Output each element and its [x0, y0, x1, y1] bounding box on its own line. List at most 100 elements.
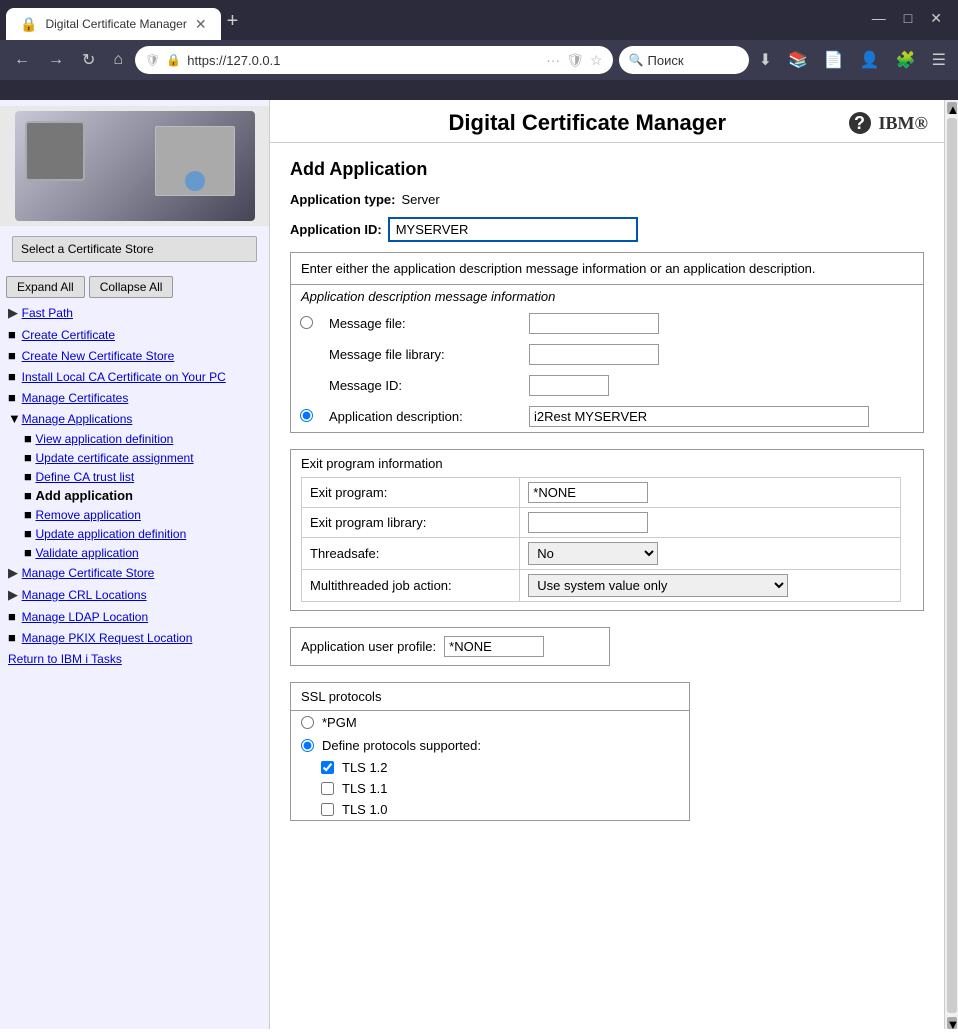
exit-program-row: Exit program: — [302, 478, 901, 508]
download-icon[interactable]: ⬇ — [755, 46, 776, 74]
sidebar-item-create-new-cert-store[interactable]: ■ Create New Certificate Store — [0, 345, 269, 366]
sidebar-subitem-define-ca-trust[interactable]: ■ Define CA trust list — [0, 467, 269, 486]
more-options-icon[interactable]: ··· — [546, 52, 560, 68]
sidebar-subitem-view-app-def[interactable]: ■ View application definition — [0, 429, 269, 448]
ssl-tls10-checkbox[interactable] — [321, 803, 334, 816]
sidebar-item-manage-certificates[interactable]: ■ Manage Certificates — [0, 387, 269, 408]
ssl-section-title: SSL protocols — [291, 683, 689, 711]
app-desc-input[interactable] — [529, 406, 869, 427]
star-icon[interactable]: ☆ — [590, 52, 603, 69]
refresh-btn[interactable]: ↻ — [76, 46, 101, 74]
sidebar-subitem-validate-application[interactable]: ■ Validate application — [0, 543, 269, 562]
sidebar-subitem-remove-application[interactable]: ■ Remove application — [0, 505, 269, 524]
install-local-ca-link[interactable]: Install Local CA Certificate on Your PC — [22, 370, 226, 384]
fast-path-link[interactable]: Fast Path — [22, 306, 73, 320]
sidebar-item-return-ibm[interactable]: Return to IBM i Tasks — [0, 648, 269, 669]
forward-btn[interactable]: → — [42, 47, 70, 73]
reader-icon[interactable]: 📄 — [820, 46, 848, 74]
multithreaded-row: Multithreaded job action: Use system val… — [302, 570, 901, 602]
home-btn[interactable]: ⌂ — [107, 47, 129, 73]
bullet-icon: ■ — [24, 488, 32, 503]
radio-msg-group[interactable] — [300, 316, 313, 329]
manage-ldap-link[interactable]: Manage LDAP Location — [22, 610, 149, 624]
scrollbar[interactable]: ▲ ▼ — [944, 100, 958, 1029]
minimize-btn[interactable]: — — [866, 8, 892, 29]
bookmark-icon[interactable]: 🛡 — [566, 52, 584, 69]
remove-application-link[interactable]: Remove application — [35, 508, 140, 522]
create-certificate-link[interactable]: Create Certificate — [22, 328, 115, 342]
sidebar-subitem-update-app-def[interactable]: ■ Update application definition — [0, 524, 269, 543]
manage-certificates-link[interactable]: Manage Certificates — [22, 391, 129, 405]
ssl-define-label: Define protocols supported: — [322, 738, 481, 753]
ssl-tls11-checkbox[interactable] — [321, 782, 334, 795]
sidebar-item-create-certificate[interactable]: ■ Create Certificate — [0, 324, 269, 345]
msg-file-input[interactable] — [529, 313, 659, 334]
validate-application-link[interactable]: Validate application — [35, 546, 138, 560]
extensions-icon[interactable]: 🧩 — [892, 46, 920, 74]
sidebar-item-fast-path[interactable]: ▶ Fast Path — [0, 302, 269, 324]
scrollbar-thumb[interactable] — [947, 118, 957, 1013]
sidebar-subitem-update-cert-assign[interactable]: ■ Update certificate assignment — [0, 448, 269, 467]
window-controls: — □ ✕ — [866, 8, 948, 29]
manage-cert-store-link[interactable]: Manage Certificate Store — [22, 566, 155, 580]
expand-all-btn[interactable]: Expand All — [6, 276, 85, 298]
update-app-def-link[interactable]: Update application definition — [35, 527, 186, 541]
new-tab-btn[interactable]: + — [227, 10, 239, 33]
select-certificate-store-btn[interactable]: Select a Certificate Store — [12, 236, 257, 262]
content-header: Digital Certificate Manager ? IBM® — [270, 100, 944, 142]
account-icon[interactable]: 👤 — [856, 46, 884, 74]
bullet-icon: ■ — [24, 450, 32, 465]
update-cert-assign-link[interactable]: Update certificate assignment — [35, 451, 193, 465]
address-text: https://127.0.0.1 — [187, 53, 540, 68]
collapse-all-btn[interactable]: Collapse All — [89, 276, 174, 298]
bullet-icon: ■ — [8, 348, 18, 363]
search-bar[interactable]: 🔍 Поиск — [619, 46, 749, 74]
multithreaded-select[interactable]: Use system value only Allow Prevent — [528, 574, 788, 597]
msg-file-lib-input[interactable] — [529, 344, 659, 365]
library-icon[interactable]: 📚 — [784, 46, 812, 74]
multithreaded-label: Multithreaded job action: — [302, 570, 520, 602]
threadsafe-select[interactable]: No Yes — [528, 542, 658, 565]
scrollbar-down-arrow[interactable]: ▼ — [947, 1017, 957, 1029]
create-new-cert-store-link[interactable]: Create New Certificate Store — [22, 349, 175, 363]
sidebar-item-manage-applications[interactable]: ▼ Manage Applications — [0, 408, 269, 429]
add-application-label: Add application — [35, 488, 133, 503]
manage-crl-link[interactable]: Manage CRL Locations — [22, 588, 147, 602]
address-bar[interactable]: 🛡 🔒 https://127.0.0.1 ··· 🛡 ☆ — [135, 46, 612, 74]
app-id-input[interactable] — [388, 217, 638, 242]
browser-tab[interactable]: 🔒 Digital Certificate Manager ✕ — [6, 8, 221, 40]
ssl-tls10-option: TLS 1.0 — [291, 799, 689, 820]
view-app-def-link[interactable]: View application definition — [35, 432, 173, 446]
ssl-define-radio[interactable] — [301, 739, 314, 752]
sidebar-item-manage-cert-store[interactable]: ▶ Manage Certificate Store — [0, 562, 269, 584]
manage-pkix-link[interactable]: Manage PKIX Request Location — [22, 631, 193, 645]
tab-close-btn[interactable]: ✕ — [195, 17, 207, 31]
exit-program-lib-input[interactable] — [528, 512, 648, 533]
threadsafe-label: Threadsafe: — [302, 538, 520, 570]
back-btn[interactable]: ← — [8, 47, 36, 73]
content-body: Add Application Application type: Server… — [270, 143, 944, 853]
ssl-tls12-checkbox[interactable] — [321, 761, 334, 774]
logo-image — [15, 111, 255, 221]
msg-id-input[interactable] — [529, 375, 609, 396]
ssl-pgm-radio[interactable] — [301, 716, 314, 729]
radio-app-desc[interactable] — [300, 409, 313, 422]
msg-file-label: Message file: — [321, 308, 521, 339]
user-profile-input[interactable] — [444, 636, 544, 657]
define-ca-trust-link[interactable]: Define CA trust list — [35, 470, 134, 484]
maximize-btn[interactable]: □ — [898, 8, 918, 29]
sidebar-item-manage-pkix[interactable]: ■ Manage PKIX Request Location — [0, 627, 269, 648]
msg-id-row: Message ID: — [291, 370, 923, 401]
sidebar-item-manage-crl[interactable]: ▶ Manage CRL Locations — [0, 584, 269, 606]
help-icon[interactable]: ? — [849, 112, 871, 134]
exit-program-input[interactable] — [528, 482, 648, 503]
return-ibm-link[interactable]: Return to IBM i Tasks — [8, 652, 122, 666]
content-area: Digital Certificate Manager ? IBM® Add A… — [270, 100, 944, 1029]
menu-icon[interactable]: ☰ — [928, 46, 950, 74]
sidebar-item-install-local-ca[interactable]: ■ Install Local CA Certificate on Your P… — [0, 366, 269, 387]
manage-applications-link[interactable]: Manage Applications — [22, 412, 133, 426]
scrollbar-up-arrow[interactable]: ▲ — [947, 102, 957, 114]
close-btn[interactable]: ✕ — [924, 8, 948, 29]
search-icon: 🔍 — [629, 53, 644, 67]
sidebar-item-manage-ldap[interactable]: ■ Manage LDAP Location — [0, 606, 269, 627]
